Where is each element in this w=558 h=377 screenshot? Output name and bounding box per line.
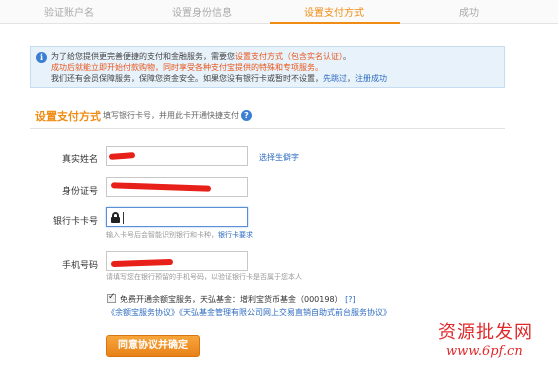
bank-card-input[interactable] (106, 207, 248, 227)
skip-link[interactable]: 先跳过 (323, 74, 347, 83)
watermark-url: www.6pf.cn (446, 344, 523, 359)
agreement-help-link[interactable]: [?] (345, 295, 356, 304)
rare-character-link[interactable]: 选择生僻字 (259, 152, 299, 163)
phone-hint: 请填写您在银行预留的手机号码，以验证银行卡是否属于您本人 (106, 273, 302, 281)
step-success: 成功 (459, 8, 479, 19)
step-verify-account: 验证账户名 (44, 8, 94, 19)
yuebao-checkbox[interactable] (107, 292, 116, 303)
yuebao-agreement-text: 免费开通余额宝服务，天弘基金：增利宝货币基金（000198） [?] (120, 295, 356, 304)
card-requirements-link[interactable]: 银行卡要求 (218, 231, 253, 239)
notice-line-3: 我们还有会员保障服务，保障您资金安全。如果您没有银行卡或暂时不设置，先跳过，注册… (51, 74, 387, 83)
section-title: 设置支付方式 (35, 110, 101, 123)
phone-label: 手机号码 (61, 261, 98, 271)
phone-input[interactable] (106, 251, 248, 271)
redaction-mark (108, 152, 136, 160)
step-progress-bar: 验证账户名 设置身份信息 设置支付方式 成功 (0, 0, 558, 24)
watermark-title: 资源批发网 (438, 322, 533, 343)
step-set-identity: 设置身份信息 (172, 8, 232, 19)
active-step-indicator (270, 22, 400, 24)
redaction-mark (110, 258, 174, 268)
bank-card-hint: 输入卡号后会智能识别银行和卡种，银行卡要求 (106, 231, 253, 239)
info-notice: i 为了给您提供更完善便捷的支付和金融服务，需要您设置支付方式（包含实名认证）。… (30, 46, 505, 88)
redaction-mark (110, 182, 212, 192)
lock-icon (111, 212, 120, 223)
register-success-link[interactable]: 注册成功 (355, 74, 387, 83)
agreement-links[interactable]: 《余额宝服务协议》《天弘基金管理有限公司网上交易直销自助式前台服务协议》 (107, 307, 391, 318)
help-icon[interactable]: ? (241, 110, 252, 121)
section-divider (30, 128, 505, 129)
setup-payment-link[interactable]: 设置支付方式（包含实名认证） (235, 52, 343, 61)
id-number-label: 身份证号 (61, 187, 98, 197)
id-number-input[interactable] (106, 177, 248, 197)
agree-submit-button[interactable]: 同意协议并确定 (106, 335, 200, 357)
info-icon: i (36, 52, 47, 63)
notice-line-2: 成功后就能立即开始付款购物，同时享受各种支付宝提供的特殊和专项服务。 (51, 63, 323, 72)
bank-card-label: 银行卡卡号 (52, 217, 98, 227)
text-caret (123, 212, 124, 224)
notice-line-1: 为了给您提供更完善便捷的支付和金融服务，需要您设置支付方式（包含实名认证）。 (51, 52, 351, 61)
real-name-input[interactable] (106, 146, 248, 166)
section-subtitle: 填写银行卡号，并用此卡开通快捷支付 (103, 111, 239, 120)
real-name-label: 真实姓名 (61, 155, 98, 165)
step-set-payment: 设置支付方式 (304, 8, 364, 19)
